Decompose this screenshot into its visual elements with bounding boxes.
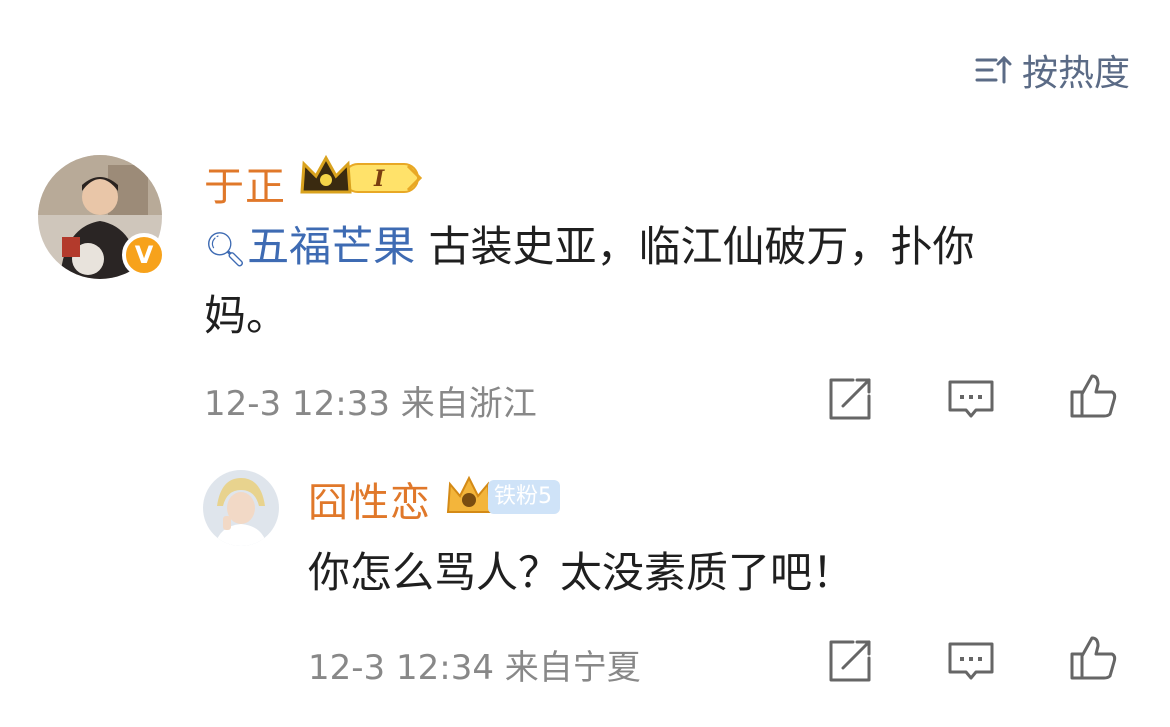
like-button[interactable] <box>1068 370 1118 420</box>
crown-level-badge: I <box>300 154 423 194</box>
reply-meta: 12-3 12:34 来自宁夏 <box>308 640 641 689</box>
sort-label: 按热度 <box>1021 53 1130 94</box>
share-icon <box>829 640 871 682</box>
avatar[interactable]: V <box>38 155 166 279</box>
comment-body: 古装史亚，临江仙破万，扑你 <box>428 222 975 271</box>
reply-timestamp: 12-3 12:34 <box>308 648 494 688</box>
share-button[interactable] <box>825 374 875 424</box>
comment-body-cont: 妈。 <box>204 291 289 340</box>
reply-avatar[interactable] <box>203 470 279 546</box>
reply-avatar-photo <box>203 470 279 546</box>
comment-button[interactable] <box>946 374 996 424</box>
crown-level-text: I <box>373 166 385 192</box>
reply-location: 来自宁夏 <box>504 648 641 688</box>
sort-toggle-button[interactable]: 按热度 <box>974 44 1130 96</box>
comment-username[interactable]: 于正 <box>204 154 286 212</box>
topic-link[interactable]: 🔍︎五福芒果 <box>204 222 415 271</box>
reply-like-button[interactable] <box>1068 632 1118 682</box>
comment-icon <box>948 380 994 418</box>
share-icon <box>829 378 871 420</box>
search-icon: 🔍︎ <box>204 230 248 270</box>
comment-text: 🔍︎五福芒果 古装史亚，临江仙破万，扑你 妈。 <box>204 214 1124 349</box>
reply-share-button[interactable] <box>825 636 875 686</box>
comment-icon <box>948 642 994 680</box>
thumbs-up-icon <box>1070 374 1117 418</box>
comment-location: 来自浙江 <box>400 384 537 424</box>
sort-icon <box>975 55 1012 84</box>
reply-comment-button[interactable] <box>946 636 996 686</box>
thumbs-up-icon <box>1070 636 1117 680</box>
comment-timestamp: 12-3 12:33 <box>204 384 390 424</box>
topic-label: 五福芒果 <box>247 222 416 271</box>
comment-meta: 12-3 12:33 来自浙江 <box>204 376 537 425</box>
fan-level-text: 铁粉5 <box>494 484 552 509</box>
fan-crown-icon <box>446 475 492 513</box>
comment-thread: 按热度 V 于正 I 🔍︎五福芒果 古装史亚，临江仙破万，扑你 妈。 12-3 … <box>0 0 1170 727</box>
fan-level-badge: 铁粉5 <box>488 480 560 514</box>
verified-badge: V <box>122 233 166 277</box>
reply-text: 你怎么骂人？太没素质了吧！ <box>308 548 855 597</box>
reply-username[interactable]: 囧性恋 <box>308 470 431 528</box>
